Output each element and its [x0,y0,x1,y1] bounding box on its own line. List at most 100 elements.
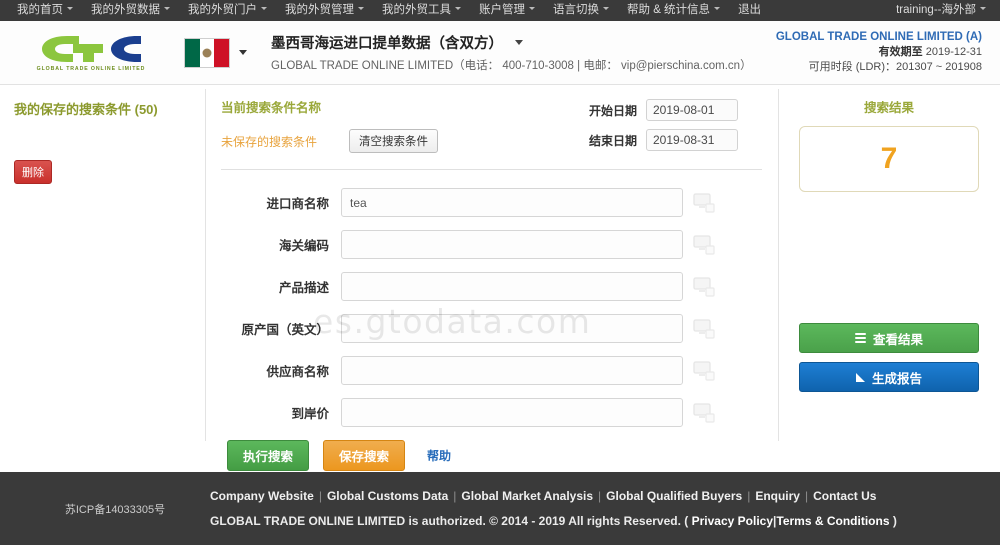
generate-report-button[interactable]: 生成报告 [799,362,979,392]
terms-conditions-link[interactable]: Terms & Conditions [776,514,889,528]
page-header: GLOBAL TRADE ONLINE LIMITED 墨西哥海运进口提单数据（… [0,21,1000,85]
screen-icon[interactable] [693,276,715,297]
footer-link-enquiry[interactable]: Enquiry [755,489,800,503]
supplier-name-input[interactable] [341,356,683,385]
nav-item-home[interactable]: 我的首页 [8,0,82,21]
nav-item-label: 语言切换 [553,4,599,16]
nav-item-label: 我的外贸管理 [285,4,354,16]
criteria-name-block: 当前搜索条件名称 未保存的搜索条件 清空搜索条件 [221,97,561,153]
results-count: 7 [880,142,898,175]
field-row-supplier-name: 供应商名称 [221,356,762,385]
screen-icon[interactable] [693,402,715,423]
screen-icon[interactable] [693,192,715,213]
form-actions: 执行搜索 保存搜索 帮助 [221,440,762,471]
end-date-input[interactable] [646,129,738,151]
footer-link-global-customs-data[interactable]: Global Customs Data [327,489,448,503]
field-label: 原产国（英文） [241,323,329,337]
logo-subtitle: GLOBAL TRADE ONLINE LIMITED [36,66,146,72]
nav-item-help-statistics[interactable]: 帮助 & 统计信息 [618,0,729,21]
chevron-down-icon [261,7,267,11]
nav-item-trade-tools[interactable]: 我的外贸工具 [373,0,470,21]
view-results-label: 查看结果 [872,332,923,347]
help-link[interactable]: 帮助 [427,447,451,464]
copyright-text: GLOBAL TRADE ONLINE LIMITED is authorize… [210,514,689,528]
start-date-row: 开始日期 [575,99,738,121]
field-row-product-description: 产品描述 [221,272,762,301]
results-count-box: 7 [799,126,979,192]
save-search-button[interactable]: 保存搜索 [323,440,406,471]
unsaved-criteria-label: 未保存的搜索条件 [221,134,318,149]
cif-price-input[interactable] [341,398,683,427]
copyright-paren-close: ) [892,514,897,528]
end-date-label: 结束日期 [588,133,637,148]
delete-button[interactable]: 删除 [14,160,52,184]
link-separator: | [804,489,809,503]
link-separator: | [598,489,602,503]
site-logo[interactable]: GLOBAL TRADE ONLINE LIMITED [26,33,156,72]
importer-name-input[interactable] [341,188,683,217]
dataset-title-row[interactable]: 墨西哥海运进口提单数据（含双方） [271,32,752,53]
link-separator: | [453,489,457,503]
top-navigation-bar: 我的首页 我的外贸数据 我的外贸门户 我的外贸管理 我的外贸工具 账户管理 语言… [0,0,1000,21]
chevron-down-icon [67,7,73,11]
field-row-cif-price: 到岸价 [221,398,762,427]
nav-item-account-management[interactable]: 账户管理 [470,0,544,21]
saved-searches-panel: 我的保存的搜索条件 (50) 删除 [0,85,205,472]
nav-item-logout[interactable]: 退出 [729,0,770,21]
nav-item-label: 我的首页 [17,4,63,16]
criteria-fields: es.gtodata.com 进口商名称 海关编码 产品描述 [221,170,762,471]
nav-item-label: 我的外贸门户 [188,4,257,16]
screen-icon[interactable] [693,234,715,255]
nav-item-label: 退出 [738,4,762,16]
logo-mark-icon [37,33,145,65]
screen-icon[interactable] [693,318,715,339]
search-form-panel: 当前搜索条件名称 未保存的搜索条件 清空搜索条件 开始日期 结束日期 [205,85,778,472]
icp-license: 苏ICP备14033305号 [64,503,166,516]
nav-item-user-menu[interactable]: training--海外部 [887,0,992,21]
nav-item-trade-management[interactable]: 我的外贸管理 [276,0,373,21]
chevron-down-icon [980,7,986,11]
privacy-policy-link[interactable]: Privacy Policy [692,514,773,528]
list-icon [854,333,866,343]
chevron-down-icon [358,7,364,11]
chevron-down-icon [714,7,721,11]
user-name-label: training--海外部 [896,4,976,16]
hs-code-input[interactable] [341,230,683,259]
footer-copyright: GLOBAL TRADE ONLINE LIMITED is authorize… [210,514,980,528]
footer-content: Company Website | Global Customs Data | Glob… [210,489,980,528]
field-label: 海关编码 [278,239,329,253]
criteria-status-row: 未保存的搜索条件 清空搜索条件 [221,129,561,153]
chart-icon [855,372,865,382]
nav-item-trade-portal[interactable]: 我的外贸门户 [179,0,276,21]
account-ldr: 可用时段 (LDR)：201307 ~ 201908 [808,61,982,73]
page-title: 墨西哥海运进口提单数据（含双方） [271,36,503,52]
country-flag-selector[interactable] [184,37,247,68]
footer-link-global-market-analysis[interactable]: Global Market Analysis [461,489,593,503]
date-range-block: 开始日期 结束日期 [575,97,738,159]
nav-item-language-switch[interactable]: 语言切换 [544,0,618,21]
view-results-button[interactable]: 查看结果 [799,323,979,353]
footer-link-company-website[interactable]: Company Website [210,489,314,503]
footer-link-contact-us[interactable]: Contact Us [813,489,876,503]
criteria-name-label: 当前搜索条件名称 [221,101,322,115]
account-validity: 有效期至 2019-12-31 [776,45,982,60]
results-panel: 搜索结果 7 查看结果 生成报告 [778,85,1000,472]
nav-item-trade-data[interactable]: 我的外贸数据 [82,0,179,21]
clear-criteria-button[interactable]: 清空搜索条件 [349,129,438,153]
page-root: 我的首页 我的外贸数据 我的外贸门户 我的外贸管理 我的外贸工具 账户管理 语言… [0,0,1000,545]
footer-link-global-qualified-buyers[interactable]: Global Qualified Buyers [606,489,742,503]
footer-links: Company Website | Global Customs Data | Glob… [210,489,980,503]
country-of-origin-input[interactable] [341,314,683,343]
generate-report-label: 生成报告 [871,371,922,386]
main-content: 我的保存的搜索条件 (50) 删除 当前搜索条件名称 未保存的搜索条件 清空搜索… [0,85,1000,472]
nav-item-label: 帮助 & 统计信息 [627,4,711,16]
nav-item-label: 我的外贸工具 [382,4,451,16]
field-label: 进口商名称 [266,197,329,211]
company-contact-subtitle: GLOBAL TRADE ONLINE LIMITED（电话： 400-710-… [271,60,752,72]
results-title: 搜索结果 [863,101,914,115]
start-date-input[interactable] [646,99,738,121]
criteria-header: 当前搜索条件名称 未保存的搜索条件 清空搜索条件 开始日期 结束日期 [221,97,762,170]
screen-icon[interactable] [693,360,715,381]
product-description-input[interactable] [341,272,683,301]
execute-search-button[interactable]: 执行搜索 [227,440,310,471]
